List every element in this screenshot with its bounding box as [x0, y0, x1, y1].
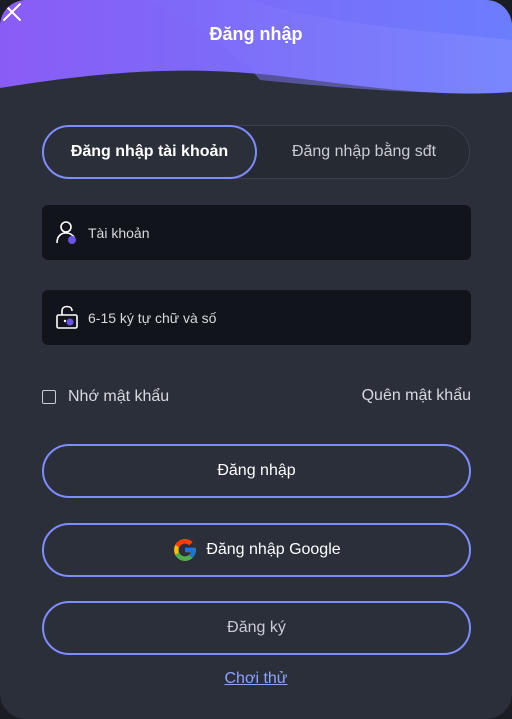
- google-login-button[interactable]: Đăng nhập Google: [42, 523, 471, 577]
- modal-header: Đăng nhập: [0, 0, 512, 100]
- tab-account-login[interactable]: Đăng nhập tài khoản: [42, 125, 257, 179]
- register-button-label: Đăng ký: [227, 619, 286, 636]
- remember-checkbox[interactable]: [42, 390, 56, 404]
- close-icon[interactable]: [0, 0, 24, 24]
- password-input[interactable]: [88, 290, 458, 345]
- remember-password-toggle[interactable]: Nhớ mật khẩu: [42, 387, 169, 407]
- forgot-password-link[interactable]: Quên mật khẩu: [362, 387, 471, 405]
- google-icon: [174, 539, 197, 561]
- account-input[interactable]: [88, 205, 458, 260]
- login-modal: Đăng nhập Đăng nhập tài khoản Đăng nhập …: [0, 0, 512, 719]
- password-field: [42, 290, 471, 345]
- login-method-tabs: Đăng nhập tài khoản Đăng nhập bằng sđt: [42, 125, 470, 179]
- google-login-label: Đăng nhập Google: [206, 541, 341, 558]
- register-button[interactable]: Đăng ký: [42, 601, 471, 655]
- header-wave-background: [0, 0, 512, 94]
- remember-label: Nhớ mật khẩu: [68, 388, 170, 405]
- login-button[interactable]: Đăng nhập: [42, 444, 471, 498]
- trial-link-container: Chơi thử: [0, 670, 512, 688]
- login-button-label: Đăng nhập: [217, 462, 296, 479]
- modal-title: Đăng nhập: [209, 24, 303, 44]
- lock-icon: [56, 305, 78, 329]
- try-play-link[interactable]: Chơi thử: [225, 670, 288, 687]
- tab-phone-login[interactable]: Đăng nhập bằng sđt: [257, 125, 471, 179]
- user-icon: [56, 221, 76, 244]
- account-field: [42, 205, 471, 260]
